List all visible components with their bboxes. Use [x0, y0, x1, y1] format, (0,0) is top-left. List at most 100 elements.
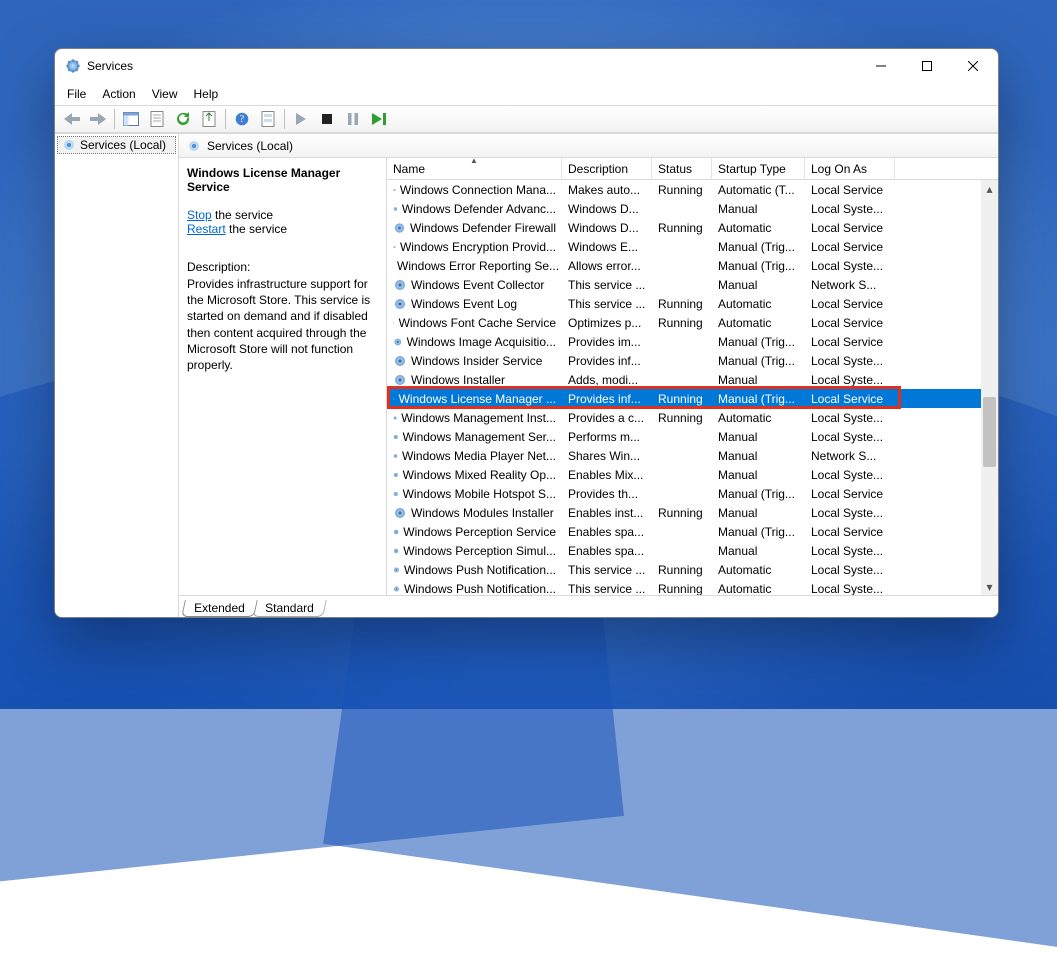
start-service-button[interactable] — [289, 107, 313, 131]
pause-service-button[interactable] — [341, 107, 365, 131]
col-name[interactable]: Name▲ — [387, 158, 562, 179]
cell-logon: Local Service — [805, 392, 895, 406]
cell-logon: Local Service — [805, 183, 895, 197]
table-row[interactable]: Windows Image Acquisitio...Provides im..… — [387, 332, 998, 351]
table-row[interactable]: Windows Defender Advanc...Windows D...Ma… — [387, 199, 998, 218]
close-button[interactable] — [950, 51, 996, 81]
scroll-down-button[interactable]: ▾ — [981, 578, 998, 595]
cell-status: Running — [652, 297, 712, 311]
cell-name: Windows Installer — [387, 373, 562, 387]
table-row[interactable]: Windows Management Inst...Provides a c..… — [387, 408, 998, 427]
cell-description: Provides im... — [562, 335, 652, 349]
table-row[interactable]: Windows Modules InstallerEnables inst...… — [387, 503, 998, 522]
scroll-track[interactable] — [981, 197, 998, 578]
cell-logon: Local Service — [805, 221, 895, 235]
cell-name: Windows Defender Advanc... — [387, 202, 562, 216]
scroll-thumb[interactable] — [983, 397, 996, 467]
titlebar[interactable]: Services — [55, 49, 998, 83]
menu-file[interactable]: File — [59, 85, 94, 103]
cell-description: Windows D... — [562, 221, 652, 235]
cell-logon: Local Syste... — [805, 354, 895, 368]
vertical-scrollbar[interactable]: ▴ ▾ — [981, 180, 998, 595]
cell-name: Windows Management Inst... — [387, 411, 562, 425]
cell-startup: Manual (Trig... — [712, 259, 805, 273]
table-row[interactable]: Windows Media Player Net...Shares Win...… — [387, 446, 998, 465]
cell-description: Windows E... — [562, 240, 652, 254]
column-headers[interactable]: Name▲ Description Status Startup Type Lo… — [387, 158, 998, 180]
cell-logon: Local Syste... — [805, 582, 895, 596]
help-button[interactable]: ? — [230, 107, 254, 131]
cell-description: This service ... — [562, 278, 652, 292]
tree-root-label: Services (Local) — [80, 138, 166, 152]
cell-name: Windows Image Acquisitio... — [387, 335, 562, 349]
cell-description: This service ... — [562, 297, 652, 311]
table-row[interactable]: Windows Perception ServiceEnables spa...… — [387, 522, 998, 541]
cell-startup: Automatic — [712, 316, 805, 330]
export-list-button[interactable] — [197, 107, 221, 131]
refresh-button[interactable] — [171, 107, 195, 131]
console-tree[interactable]: Services (Local) — [55, 134, 179, 617]
cell-description: Adds, modi... — [562, 373, 652, 387]
tree-services-local[interactable]: Services (Local) — [57, 136, 176, 154]
table-row[interactable]: Windows Font Cache ServiceOptimizes p...… — [387, 313, 998, 332]
col-startup[interactable]: Startup Type — [712, 158, 805, 179]
cell-logon: Local Syste... — [805, 468, 895, 482]
restart-service-button[interactable] — [367, 107, 391, 131]
back-button[interactable] — [60, 107, 84, 131]
col-description[interactable]: Description — [562, 158, 652, 179]
table-row[interactable]: Windows Encryption Provid...Windows E...… — [387, 237, 998, 256]
cell-description: Provides th... — [562, 487, 652, 501]
menu-view[interactable]: View — [144, 85, 186, 103]
restart-service-line: Restart the service — [187, 222, 372, 236]
cell-name: Windows License Manager ... — [387, 392, 562, 406]
table-row[interactable]: Windows Insider ServiceProvides inf...Ma… — [387, 351, 998, 370]
show-hide-tree-button[interactable] — [119, 107, 143, 131]
stop-service-link[interactable]: Stop — [187, 208, 212, 222]
cell-description: This service ... — [562, 563, 652, 577]
cell-description: Provides inf... — [562, 354, 652, 368]
table-row[interactable]: Windows Perception Simul...Enables spa..… — [387, 541, 998, 560]
cell-startup: Automatic — [712, 297, 805, 311]
properties-page-button[interactable] — [145, 107, 169, 131]
cell-status: Running — [652, 582, 712, 596]
restart-service-link[interactable]: Restart — [187, 222, 226, 236]
menu-action[interactable]: Action — [94, 85, 143, 103]
table-row[interactable]: Windows Push Notification...This service… — [387, 579, 998, 595]
col-logon[interactable]: Log On As — [805, 158, 895, 179]
window-title: Services — [87, 59, 133, 73]
maximize-button[interactable] — [904, 51, 950, 81]
table-row[interactable]: Windows Defender FirewallWindows D...Run… — [387, 218, 998, 237]
properties-button[interactable] — [256, 107, 280, 131]
table-row[interactable]: Windows InstallerAdds, modi...ManualLoca… — [387, 370, 998, 389]
cell-name: Windows Perception Service — [387, 525, 562, 539]
view-tabs: Extended Standard — [179, 595, 998, 617]
menu-help[interactable]: Help — [186, 85, 227, 103]
table-row[interactable]: Windows Management Ser...Performs m...Ma… — [387, 427, 998, 446]
cell-logon: Local Syste... — [805, 373, 895, 387]
cell-description: Performs m... — [562, 430, 652, 444]
selected-service-name: Windows License Manager Service — [187, 166, 372, 194]
cell-description: Enables inst... — [562, 506, 652, 520]
cell-startup: Manual (Trig... — [712, 240, 805, 254]
tab-extended[interactable]: Extended — [181, 600, 257, 617]
table-row[interactable]: Windows License Manager ...Provides inf.… — [387, 389, 998, 408]
cell-description: This service ... — [562, 582, 652, 596]
stop-service-button[interactable] — [315, 107, 339, 131]
minimize-button[interactable] — [858, 51, 904, 81]
table-row[interactable]: Windows Mixed Reality Op...Enables Mix..… — [387, 465, 998, 484]
cell-logon: Local Service — [805, 240, 895, 254]
tab-standard[interactable]: Standard — [252, 600, 326, 617]
table-row[interactable]: Windows Push Notification...This service… — [387, 560, 998, 579]
table-row[interactable]: Windows Mobile Hotspot S...Provides th..… — [387, 484, 998, 503]
table-row[interactable]: Windows Event CollectorThis service ...M… — [387, 275, 998, 294]
scroll-up-button[interactable]: ▴ — [981, 180, 998, 197]
cell-name: Windows Push Notification... — [387, 582, 562, 596]
cell-name: Windows Insider Service — [387, 354, 562, 368]
cell-logon: Local Syste... — [805, 506, 895, 520]
table-row[interactable]: Windows Event LogThis service ...Running… — [387, 294, 998, 313]
table-row[interactable]: Windows Error Reporting Se...Allows erro… — [387, 256, 998, 275]
col-status[interactable]: Status — [652, 158, 712, 179]
stop-service-line: Stop the service — [187, 208, 372, 222]
forward-button[interactable] — [86, 107, 110, 131]
table-row[interactable]: Windows Connection Mana...Makes auto...R… — [387, 180, 998, 199]
